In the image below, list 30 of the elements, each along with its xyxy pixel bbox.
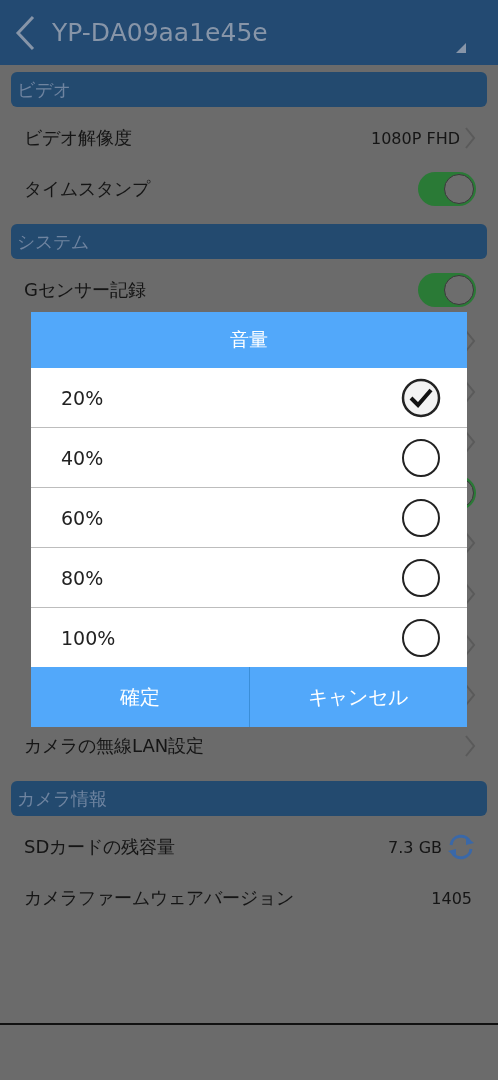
section-title: ビデオ — [17, 77, 71, 102]
setting-label: カメラファームウェアバージョン — [24, 886, 295, 910]
chevron-icon — [464, 632, 476, 657]
volume-option[interactable]: 20% — [31, 368, 467, 427]
setting-label: SDカードの残容量 — [24, 835, 177, 860]
chevron-icon — [464, 582, 476, 607]
chevron-icon — [464, 531, 476, 556]
section-title: カメラ情報 — [17, 786, 107, 811]
refresh-icon[interactable] — [446, 833, 476, 862]
setting-label: カメラの無線LAN設定 — [24, 733, 206, 758]
setting-value: 1405 — [431, 888, 472, 908]
volume-option[interactable]: 60% — [31, 487, 467, 547]
dialog-title: 音量 — [31, 312, 467, 368]
setting-label: Gセンサー記録 — [24, 278, 147, 303]
device-title: YP-DA09aa1e45e — [52, 18, 268, 47]
setting-label: ビデオ解像度 — [24, 126, 133, 151]
chevron-icon — [464, 329, 476, 354]
chevron-icon — [464, 430, 476, 455]
volume-option[interactable]: 40% — [31, 427, 467, 487]
chevron-icon — [464, 379, 476, 404]
toggle-switch[interactable] — [418, 273, 476, 308]
back-button[interactable] — [14, 14, 36, 51]
setting-label: タイムスタンプ — [24, 176, 152, 201]
corner-icon — [456, 43, 466, 53]
section-title: システム — [17, 229, 89, 254]
toggle-switch[interactable] — [418, 171, 476, 206]
chevron-icon — [464, 683, 476, 708]
setting-value: 7.3 GB — [388, 837, 442, 857]
setting-value: 1080P FHD — [371, 128, 460, 148]
volume-option[interactable]: 80% — [31, 547, 467, 607]
